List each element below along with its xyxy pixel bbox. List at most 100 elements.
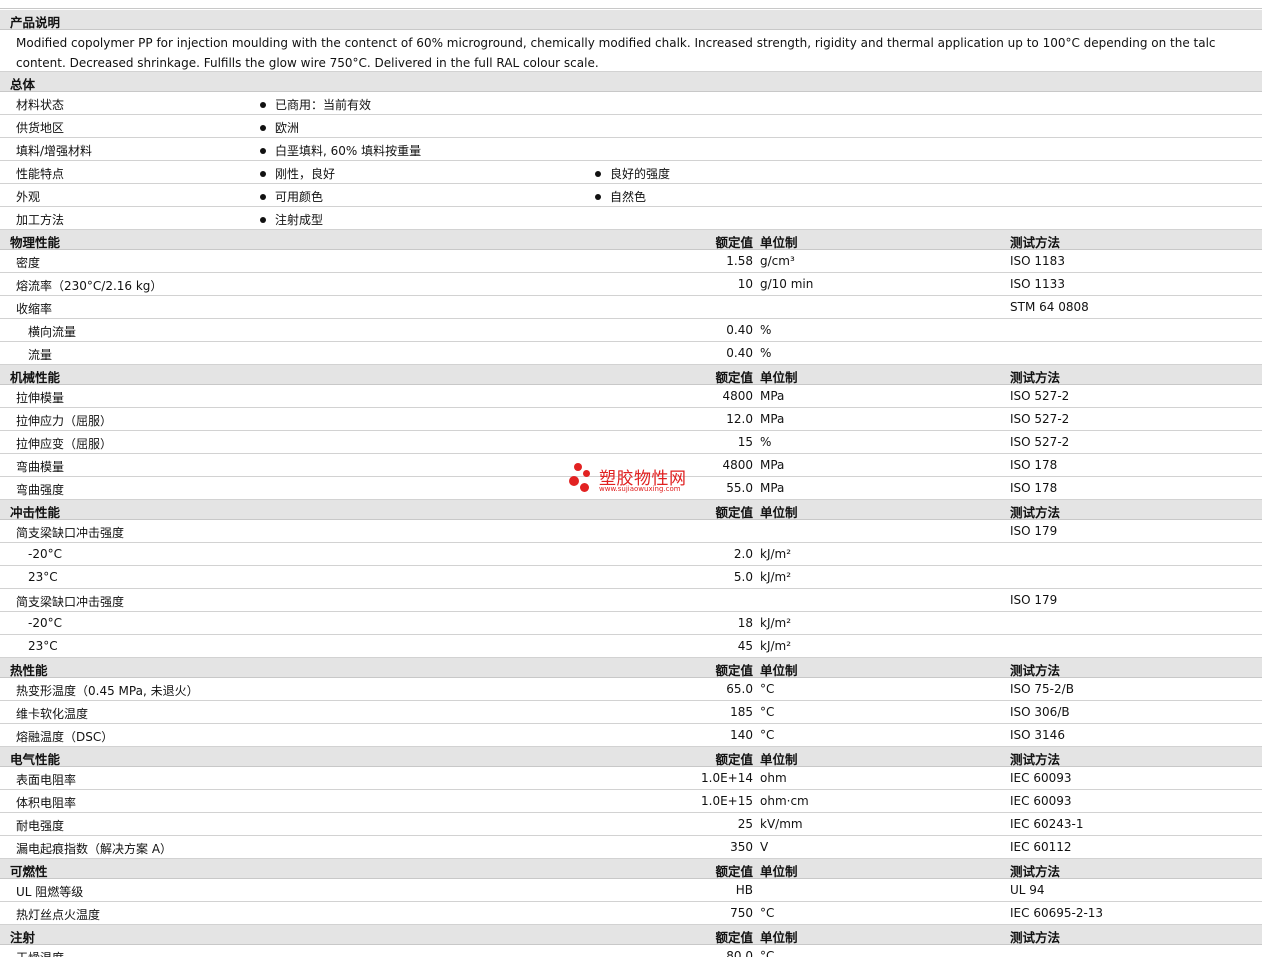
col-header-unit: 单位制	[760, 930, 798, 945]
section-header-general: 总体	[0, 72, 1262, 92]
property-label: 弯曲强度	[16, 483, 65, 497]
general-row: 外观 可用颜色 自然色	[0, 184, 1262, 207]
property-row: UL 阻燃等级 HB UL 94	[0, 879, 1262, 902]
property-value: 25	[737, 817, 753, 831]
test-method: ISO 179	[1010, 524, 1058, 538]
bullet-value: 注射成型	[260, 211, 323, 228]
property-label: 维卡软化温度	[16, 707, 89, 721]
property-row: -20°C 2.0 kJ/m²	[0, 543, 1262, 566]
test-method: IEC 60093	[1010, 794, 1072, 808]
property-unit: °C	[760, 728, 775, 742]
col-header-value: 额定值	[715, 505, 753, 520]
section-header: 可燃性 额定值 单位制 测试方法	[0, 859, 1262, 879]
bullet-value: 欧洲	[260, 119, 299, 136]
col-header-unit: 单位制	[760, 235, 798, 250]
property-row: 流量 0.40%	[0, 342, 1262, 365]
property-row: 表面电阻率 1.0E+14 ohm IEC 60093	[0, 767, 1262, 790]
property-label: 横向流量	[28, 325, 77, 339]
section-header: 电气性能 额定值 单位制 测试方法	[0, 747, 1262, 767]
property-unit: kV/mm	[760, 817, 803, 831]
property-unit: %	[760, 346, 772, 360]
property-value: 0.40	[726, 323, 753, 337]
property-value: 65.0	[726, 682, 753, 696]
bullet-text: 自然色	[610, 190, 647, 204]
test-method: ISO 527-2	[1010, 412, 1070, 426]
property-label: 外观	[16, 190, 41, 204]
property-label: 干燥温度	[16, 949, 64, 957]
property-unit: g/cm³	[760, 254, 795, 268]
property-value: 12.0	[726, 412, 753, 426]
property-unit: MPa	[760, 389, 785, 403]
property-value: 4800	[722, 458, 753, 472]
test-method: IEC 60695-2-13	[1010, 906, 1104, 920]
watermark-logo: 塑胶物性网 www.sujiaowuxing.com	[568, 461, 708, 497]
property-row: 简支梁缺口冲击强度 ISO 179	[0, 520, 1262, 543]
property-unit: MPa	[760, 458, 785, 472]
property-unit: °C	[760, 949, 775, 957]
section-title: 热性能	[10, 663, 48, 678]
section-title: 电气性能	[10, 752, 61, 767]
property-row: 干燥温度 80.0 °C	[0, 945, 1262, 957]
property-value: 185	[730, 705, 753, 719]
bullet-icon	[260, 102, 266, 108]
property-value: 1.0E+14	[701, 771, 753, 785]
property-value: 4800	[722, 389, 753, 403]
test-method: IEC 60112	[1010, 840, 1072, 854]
property-label: 23°C	[28, 570, 58, 584]
property-value: 5.0	[733, 570, 753, 584]
property-label: 熔融温度（DSC）	[16, 730, 114, 744]
bullet-text: 白垩填料, 60% 填料按重量	[275, 144, 422, 158]
col-header-test: 测试方法	[1010, 505, 1061, 520]
bullet-value: 已商用：当前有效	[260, 96, 371, 113]
bullet-value: 白垩填料, 60% 填料按重量	[260, 142, 421, 159]
test-method: ISO 1133	[1010, 277, 1065, 291]
property-label: 耐电强度	[16, 819, 65, 833]
section-title: 物理性能	[10, 235, 61, 250]
property-label: -20°C	[28, 547, 62, 561]
col-header-test: 测试方法	[1010, 864, 1061, 879]
property-row: 耐电强度 25 kV/mm IEC 60243-1	[0, 813, 1262, 836]
bullet-icon	[595, 171, 601, 177]
property-label: 加工方法	[16, 213, 65, 227]
general-row: 加工方法 注射成型	[0, 207, 1262, 230]
property-label: 简支梁缺口冲击强度	[16, 526, 125, 540]
description-row: Modified copolymer PP for injection moul…	[0, 30, 1262, 72]
property-label: 热变形温度（0.45 MPa, 未退火）	[16, 684, 199, 698]
property-row: 熔融温度（DSC） 140 °C ISO 3146	[0, 724, 1262, 747]
col-header-unit: 单位制	[760, 370, 798, 385]
col-header-unit: 单位制	[760, 505, 798, 520]
bullet-icon	[260, 171, 266, 177]
col-header-test: 测试方法	[1010, 752, 1061, 767]
bullet-icon	[260, 125, 266, 131]
section-header: 注射 额定值 单位制 测试方法	[0, 925, 1262, 945]
property-row: 热灯丝点火温度 750 °C IEC 60695-2-13	[0, 902, 1262, 925]
property-unit: kJ/m²	[760, 547, 792, 561]
bullet-icon	[595, 194, 601, 200]
section-header: 热性能 额定值 单位制 测试方法	[0, 658, 1262, 678]
top-border	[0, 0, 1262, 9]
bullet-value: 可用颜色	[260, 188, 323, 205]
property-value: 0.40	[726, 346, 753, 360]
property-unit: °C	[760, 906, 775, 920]
property-label: 23°C	[28, 639, 58, 653]
bullet-text: 欧洲	[275, 121, 300, 135]
col-header-value: 额定值	[715, 930, 753, 945]
description-text: Modified copolymer PP for injection moul…	[16, 36, 1216, 70]
property-row: 维卡软化温度 185 °C ISO 306/B	[0, 701, 1262, 724]
col-header-test: 测试方法	[1010, 930, 1061, 945]
property-unit: MPa	[760, 412, 785, 426]
general-row: 材料状态 已商用：当前有效	[0, 92, 1262, 115]
property-unit: kJ/m²	[760, 616, 792, 630]
property-unit: V	[760, 840, 769, 854]
bullet-icon	[260, 148, 266, 154]
test-method: IEC 60093	[1010, 771, 1072, 785]
col-header-test: 测试方法	[1010, 663, 1061, 678]
property-unit: °C	[760, 705, 775, 719]
property-row: 密度 1.58 g/cm³ ISO 1183	[0, 250, 1262, 273]
property-row: 简支梁缺口冲击强度 ISO 179	[0, 589, 1262, 612]
bullet-value: 刚性，良好	[260, 165, 335, 182]
section-title: 可燃性	[10, 864, 48, 879]
property-unit: %	[760, 323, 772, 337]
property-row: 横向流量 0.40%	[0, 319, 1262, 342]
property-label: UL 阻燃等级	[16, 885, 84, 899]
